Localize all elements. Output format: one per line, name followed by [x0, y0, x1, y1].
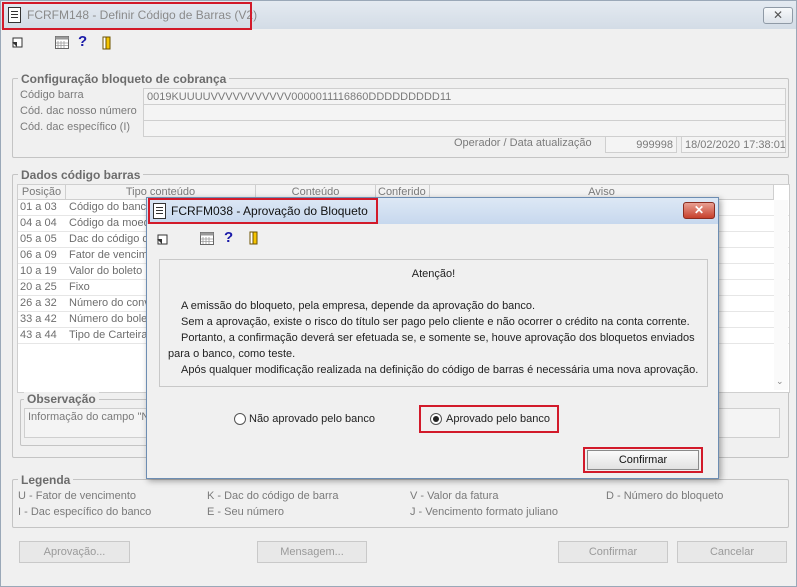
cell-posicao: 05 a 05	[20, 233, 57, 245]
codigo-barra-label: Código barra	[20, 89, 84, 101]
data-atualizacao-field[interactable]: 18/02/2020 17:38:01	[681, 136, 786, 153]
message-line: Após qualquer modificação realizada na d…	[181, 364, 699, 376]
calendar-icon[interactable]	[55, 36, 69, 52]
confirmar-button[interactable]: Confirmar	[558, 541, 668, 563]
dialog-close-button[interactable]: ✕	[683, 202, 715, 219]
observacao-field-right	[718, 408, 780, 438]
radio-aprovado-label[interactable]: Aprovado pelo banco	[446, 413, 550, 425]
message-line: para o banco, como teste.	[168, 348, 296, 360]
chevron-down-icon[interactable]: ⌄	[776, 376, 784, 387]
operador-field[interactable]: 999998	[605, 136, 677, 153]
message-line: A emissão do bloqueto, pela empresa, dep…	[181, 300, 536, 312]
aprovacao-dialog: FCRFM038 - Aprovação do Bloqueto ✕ ? Ate…	[146, 197, 719, 479]
cell-posicao: 01 a 03	[20, 201, 57, 213]
door-icon[interactable]	[100, 36, 114, 53]
exit-icon[interactable]	[11, 36, 23, 48]
cell-posicao: 20 a 25	[20, 281, 57, 293]
door-icon[interactable]	[247, 231, 261, 248]
observacao-field[interactable]: Informação do campo "No	[24, 408, 148, 438]
cell-tipo: Valor do boleto	[69, 265, 143, 277]
operador-label: Operador / Data atualização	[454, 137, 592, 149]
column-header-posicao[interactable]: Posição	[18, 185, 66, 200]
cell-tipo: Tipo de Carteira	[69, 329, 148, 341]
cell-tipo: Dac do código de	[69, 233, 155, 245]
dialog-confirm-button[interactable]: Confirmar	[587, 450, 699, 470]
message-line: Sem a aprovação, existe o risco do títul…	[181, 316, 690, 328]
cell-tipo: Fixo	[69, 281, 90, 293]
legenda-group	[12, 479, 789, 528]
legenda-group-title: Legenda	[18, 473, 74, 487]
cell-tipo: Número do conv	[69, 297, 150, 309]
cell-posicao: 26 a 32	[20, 297, 57, 309]
mensagem-button[interactable]: Mensagem...	[257, 541, 367, 563]
codigo-barra-field[interactable]: 0019KUUUUVVVVVVVVVVV0000011116860DDDDDDD…	[143, 88, 786, 105]
cell-tipo: Código da moeda	[69, 217, 156, 229]
help-icon[interactable]: ?	[224, 230, 233, 246]
calendar-icon[interactable]	[200, 232, 214, 248]
radio-aprovado[interactable]	[430, 413, 442, 425]
attention-heading: Atenção!	[411, 268, 456, 280]
message-box: Atenção! A emissão do bloqueto, pela emp…	[159, 259, 708, 387]
dac-nosso-numero-field[interactable]	[143, 104, 786, 121]
dac-especifico-label: Cód. dac específico (I)	[20, 121, 131, 133]
aprovacao-button[interactable]: Aprovação...	[19, 541, 130, 563]
cell-posicao: 10 a 19	[20, 265, 57, 277]
legend-item: K - Dac do código de barra	[207, 490, 339, 502]
radio-nao-aprovado-label[interactable]: Não aprovado pelo banco	[249, 413, 375, 425]
close-button[interactable]: ✕	[763, 7, 793, 24]
cell-posicao: 43 a 44	[20, 329, 57, 341]
cell-posicao: 33 a 42	[20, 313, 57, 325]
config-group-title: Configuração bloqueto de cobrança	[18, 72, 230, 86]
exit-icon[interactable]	[156, 233, 168, 249]
legend-item: J - Vencimento formato juliano	[410, 506, 558, 518]
legend-item: V - Valor da fatura	[410, 490, 499, 502]
table-scrollbar[interactable]: ⌄	[774, 200, 788, 390]
dados-group-title: Dados código barras	[18, 168, 144, 182]
cell-tipo: Código do banco	[69, 201, 153, 213]
cancelar-button[interactable]: Cancelar	[677, 541, 787, 563]
radio-nao-aprovado[interactable]	[234, 413, 246, 425]
observacao-group-title: Observação	[24, 392, 99, 406]
legend-item: U - Fator de vencimento	[18, 490, 136, 502]
cell-tipo: Número do bolet	[69, 313, 151, 325]
cell-posicao: 06 a 09	[20, 249, 57, 261]
dac-nosso-numero-label: Cód. dac nosso número	[20, 105, 137, 117]
dac-especifico-field[interactable]	[143, 120, 786, 137]
legend-item: E - Seu número	[207, 506, 285, 518]
legend-item: D - Número do bloqueto	[606, 490, 724, 502]
dialog-title-highlight	[148, 198, 378, 224]
message-line: Portanto, a confirmação deverá ser efetu…	[181, 332, 695, 344]
cell-posicao: 04 a 04	[20, 217, 57, 229]
legend-item: I - Dac específico do banco	[18, 506, 152, 518]
help-icon[interactable]: ?	[78, 34, 87, 50]
title-highlight	[2, 2, 252, 30]
